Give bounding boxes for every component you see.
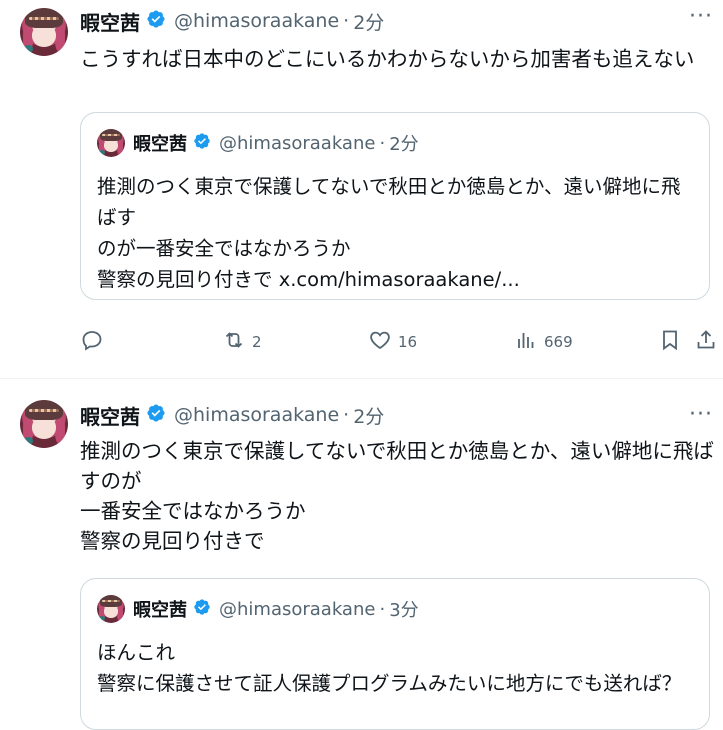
separator-dot: · — [379, 598, 386, 620]
verified-badge-icon — [193, 132, 211, 154]
avatar — [97, 129, 125, 157]
author-name[interactable]: 暇空茜 — [80, 401, 140, 430]
tweet[interactable]: 暇空茜 @himasoraakane · 2分 ··· 推測のつく東京で保護して… — [0, 380, 723, 730]
timestamp: 3分 — [389, 600, 419, 621]
views-button[interactable]: 669 — [514, 328, 573, 356]
like-count: 16 — [398, 333, 418, 351]
bookmark-button[interactable] — [658, 328, 682, 356]
author-handle: @himasoraakane — [219, 598, 376, 620]
tweet-header: 暇空茜 @himasoraakane · 2分 — [80, 6, 384, 36]
author-name: 暇空茜 — [133, 600, 187, 621]
timestamp[interactable]: 2分 — [353, 8, 384, 35]
quoted-tweet[interactable]: 暇空茜 @himasoraakane · 3分 ほんこれ 警察に保護させて証人保… — [80, 578, 710, 730]
tweet-header: 暇空茜 @himasoraakane · 2分 — [80, 400, 384, 430]
quoted-tweet-text: 推測のつく東京で保護してないで秋田とか徳島とか、遠い僻地に飛ばす のが一番安全で… — [97, 175, 681, 291]
separator-dot: · — [379, 132, 386, 154]
avatar[interactable] — [20, 400, 68, 448]
quoted-tweet[interactable]: 暇空茜 @himasoraakane · 2分 推測のつく東京で保護してないで秋… — [80, 112, 710, 300]
tweet[interactable]: 暇空茜 @himasoraakane · 2分 ··· こうすれば日本中のどこに… — [0, 0, 723, 378]
share-icon — [694, 328, 718, 356]
quoted-tweet-text: ほんこれ 警察に保護させて証人保護プログラムみたいに地方にでも送れば？ — [97, 641, 682, 695]
more-icon[interactable]: ··· — [689, 4, 713, 29]
tweet-text: 推測のつく東京で保護してないで秋田とか徳島とか、遠い僻地に飛ばすのが 一番安全で… — [80, 439, 714, 553]
views-icon — [514, 328, 538, 356]
like-button[interactable]: 16 — [368, 328, 417, 356]
quoted-tweet-header: 暇空茜 @himasoraakane · 2分 — [133, 129, 419, 157]
repost-button[interactable]: 2 — [222, 328, 262, 356]
verified-badge-icon — [146, 9, 166, 33]
verified-badge-icon — [146, 403, 166, 427]
reply-icon — [80, 328, 104, 356]
views-count: 669 — [544, 333, 573, 351]
verified-badge-icon — [193, 598, 211, 620]
author-handle[interactable]: @himasoraakane — [174, 10, 339, 32]
author-handle: @himasoraakane — [219, 132, 376, 154]
repost-count: 2 — [252, 333, 262, 351]
separator-dot: · — [343, 10, 350, 32]
timestamp[interactable]: 2分 — [353, 402, 384, 429]
avatar — [97, 595, 125, 623]
share-button[interactable] — [694, 328, 718, 356]
avatar[interactable] — [20, 8, 68, 56]
author-name[interactable]: 暇空茜 — [80, 7, 140, 36]
bookmark-icon — [658, 328, 682, 356]
timestamp: 2分 — [389, 134, 419, 155]
author-name: 暇空茜 — [133, 134, 187, 155]
repost-icon — [222, 328, 246, 356]
tweet-actions: 2 16 669 — [80, 322, 720, 358]
separator-dot: · — [343, 404, 350, 426]
reply-button[interactable] — [80, 328, 110, 356]
tweet-divider — [0, 378, 723, 379]
more-icon[interactable]: ··· — [689, 402, 713, 427]
tweet-text: こうすれば日本中のどこにいるかわからないから加害者も追えない — [80, 47, 695, 71]
quoted-tweet-header: 暇空茜 @himasoraakane · 3分 — [133, 595, 419, 623]
author-handle[interactable]: @himasoraakane — [174, 404, 339, 426]
like-icon — [368, 328, 392, 356]
